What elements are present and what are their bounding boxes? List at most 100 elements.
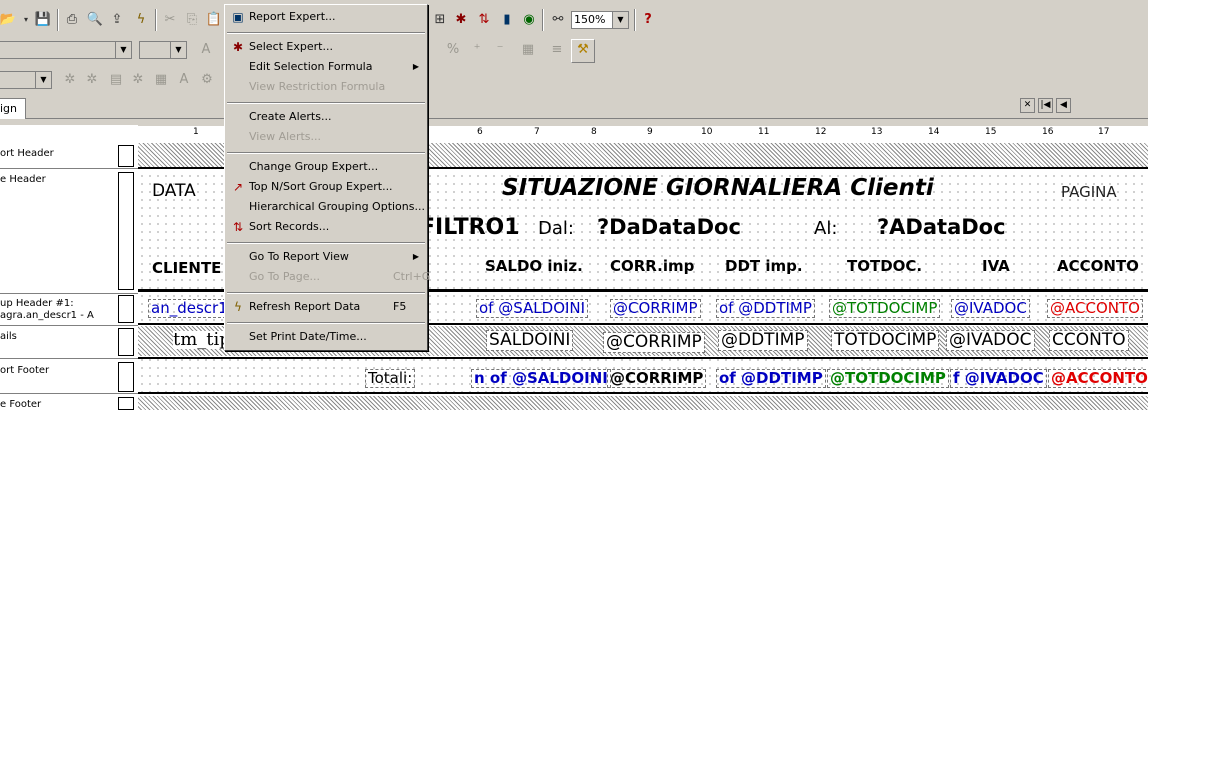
menu-item-go-to-report-view[interactable]: Go To Report View ▶ [227, 247, 425, 267]
export-icon[interactable]: ⇪ [107, 10, 127, 30]
save-icon[interactable]: 💾 [33, 10, 53, 30]
group-field-corrimp[interactable]: @CORRIMP [610, 299, 701, 318]
section-label-page-footer[interactable]: e Footer [0, 399, 41, 410]
column-header-cliente[interactable]: CLIENTE [152, 261, 221, 276]
menu-item-create-alerts[interactable]: Create Alerts... [227, 107, 425, 127]
chevron-down-icon[interactable]: ▼ [170, 42, 186, 58]
first-page-icon[interactable]: |◀ [1038, 98, 1053, 113]
page-footer-band[interactable] [138, 396, 1148, 410]
column-header-iva[interactable]: IVA [982, 259, 1010, 274]
cut-icon[interactable]: ✂ [160, 10, 180, 30]
group-expert-icon[interactable]: ⊞ [430, 10, 450, 30]
menu-item-view-restriction-formula[interactable]: View Restriction Formula [227, 77, 425, 97]
sort-expert-icon[interactable]: ⇅ [474, 10, 494, 30]
menu-item-refresh-report-data[interactable]: ϟ Refresh Report Data F5 [227, 297, 425, 317]
percent-icon[interactable]: % [443, 40, 463, 60]
select-expert-icon[interactable]: ✱ [451, 10, 471, 30]
insert-text-object-icon[interactable]: A [174, 70, 194, 90]
pagina-label[interactable]: PAGINA [1061, 185, 1117, 200]
section-label-report-footer[interactable]: ort Footer [0, 365, 49, 377]
detail-field-totdocimp[interactable]: TOTDOCIMP [831, 330, 940, 351]
insert-crosstab-icon[interactable]: ▦ [151, 70, 171, 90]
tab-design[interactable]: ign [0, 98, 26, 119]
menu-item-set-print-date-time[interactable]: Set Print Date/Time... [227, 327, 425, 347]
detail-field-tipo[interactable]: tm_tip [173, 331, 231, 349]
format-painter-icon[interactable]: ⚒ [571, 39, 595, 63]
group-field-ivadoc[interactable]: @IVADOC [951, 299, 1030, 318]
section-label-report-header[interactable]: ort Header [0, 148, 54, 160]
dal-label[interactable]: Dal: [538, 220, 574, 238]
detail-field-ddtimp[interactable]: @DDTIMP [718, 330, 808, 351]
menu-item-select-expert[interactable]: ✱ Select Expert... [227, 37, 425, 57]
menu-item-go-to-page[interactable]: Go To Page... Ctrl+G [227, 267, 430, 287]
column-header-totdoc[interactable]: TOTDOC. [847, 259, 922, 274]
map-expert-icon[interactable]: ◉ [519, 10, 539, 30]
vertical-ruler [118, 295, 134, 323]
close-view-icon[interactable]: ✕ [1020, 98, 1035, 113]
menu-item-view-alerts[interactable]: View Alerts... [227, 127, 425, 147]
decrease-decimals-icon[interactable]: ⁻ [490, 40, 510, 60]
menu-item-sort-records[interactable]: ⇅ Sort Records... [227, 217, 425, 237]
section-label-page-header[interactable]: e Header [0, 174, 46, 186]
group-field-ddtimp[interactable]: of @DDTIMP [716, 299, 815, 318]
footer-field-corrimp[interactable]: @CORRIMP [607, 369, 707, 388]
menu-item-report-expert[interactable]: ▣ Report Expert... [227, 7, 425, 27]
footer-field-totdocimp[interactable]: @TOTDOCIMP [827, 369, 949, 388]
report-title[interactable]: SITUAZIONE GIORNALIERA Clienti [502, 177, 934, 200]
find-binoculars-icon[interactable]: ⚯ [548, 10, 568, 30]
insert-summary-icon[interactable]: ✲ [82, 70, 102, 90]
group-field-saldoini[interactable]: of @SALDOINI [476, 299, 589, 318]
column-header-corr[interactable]: CORR.imp [610, 259, 694, 274]
copy-icon[interactable]: ⎘ [182, 10, 202, 30]
menu-item-top-n-sort[interactable]: ↗ Top N/Sort Group Expert... [227, 177, 425, 197]
footer-field-acconto[interactable]: @ACCONTO [1048, 369, 1148, 388]
font-name-combo[interactable]: ▼ [0, 41, 132, 59]
chevron-down-icon[interactable]: ▼ [115, 42, 131, 58]
section-label-details[interactable]: ails [0, 331, 17, 343]
zoom-combo[interactable]: 150% ▼ [571, 11, 629, 29]
increase-decimals-icon[interactable]: ⁺ [467, 40, 487, 60]
a-data-param[interactable]: ?ADataDoc [877, 217, 1006, 238]
menu-item-hierarchical-grouping[interactable]: Hierarchical Grouping Options... [227, 197, 425, 217]
insert-picture-icon[interactable]: ⚙ [197, 70, 217, 90]
menu-item-edit-selection-formula[interactable]: Edit Selection Formula ▶ [227, 57, 425, 77]
da-data-param[interactable]: ?DaDataDoc [597, 217, 741, 238]
refresh-icon[interactable]: ϟ [131, 10, 151, 30]
print-preview-icon[interactable]: 🔍 [85, 10, 105, 30]
chart-expert-icon[interactable]: ▮ [497, 10, 517, 30]
paste-icon[interactable]: 📋 [204, 10, 224, 30]
group-field-acconto[interactable]: @ACCONTO [1047, 299, 1143, 318]
border-icon[interactable]: ▦ [518, 40, 538, 60]
footer-field-ddtimp[interactable]: of @DDTIMP [716, 369, 826, 388]
detail-field-saldoini[interactable]: SALDOINI [486, 330, 574, 351]
al-label[interactable]: Al: [814, 220, 837, 238]
insert-chart-icon[interactable]: ✲ [128, 70, 148, 90]
menu-item-change-group-expert[interactable]: Change Group Expert... [227, 157, 425, 177]
insert-field-icon[interactable]: ✲ [60, 70, 80, 90]
footer-field-ivadoc[interactable]: f @IVADOC [950, 369, 1047, 388]
section-label-group-header[interactable]: up Header #1: [0, 298, 74, 310]
chevron-down-icon[interactable]: ▼ [612, 12, 628, 28]
data-label[interactable]: DATA [152, 183, 196, 200]
help-icon[interactable]: ? [638, 10, 658, 30]
column-header-acconto[interactable]: ACCONTO [1057, 259, 1139, 274]
footer-field-saldoini[interactable]: n of @SALDOINI [471, 369, 611, 388]
group-field-totdocimp[interactable]: @TOTDOCIMP [829, 299, 941, 318]
detail-field-corrimp[interactable]: @CORRIMP [603, 332, 705, 353]
print-icon[interactable]: ⎙ [62, 10, 82, 30]
detail-field-ivadoc[interactable]: @IVADOC [946, 330, 1035, 351]
column-header-saldo[interactable]: SALDO iniz. [485, 259, 583, 274]
group-field-descr[interactable]: an_descr1 [148, 299, 231, 318]
increase-font-icon[interactable]: A [196, 40, 216, 60]
chevron-down-icon[interactable]: ▼ [35, 72, 51, 88]
totali-label[interactable]: Totali: [365, 369, 416, 388]
font-size-combo[interactable]: ▼ [139, 41, 187, 59]
column-header-ddt[interactable]: DDT imp. [725, 259, 803, 274]
align-icon[interactable]: ≡ [547, 40, 567, 60]
detail-field-acconto[interactable]: CCONTO [1049, 330, 1129, 351]
insert-combo[interactable]: ▼ [0, 71, 52, 89]
report-menu: ▣ Report Expert... ✱ Select Expert... Ed… [224, 4, 430, 351]
insert-group-icon[interactable]: ▤ [106, 70, 126, 90]
filtro-field[interactable]: FILTRO1 [420, 217, 520, 239]
prev-page-icon[interactable]: ◀ [1056, 98, 1071, 113]
